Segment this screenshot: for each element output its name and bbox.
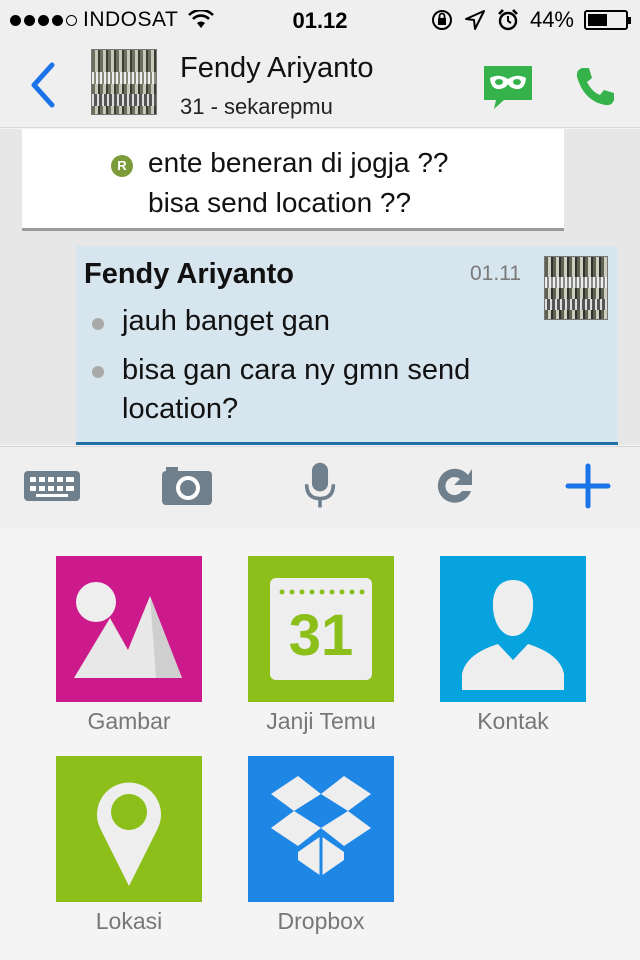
phone-call-icon[interactable] xyxy=(572,64,618,110)
incoming-message-bubble[interactable]: Fendy Ariyanto 01.11 jauh banget gan bis… xyxy=(76,246,618,445)
attachment-panel: Gambar 31 Janji Temu Kontak Lokasi Dropb… xyxy=(0,528,640,960)
read-status-badge: R xyxy=(111,155,133,177)
rotation-lock-icon xyxy=(431,10,452,30)
attach-calendar-tile[interactable]: 31 Janji Temu xyxy=(248,556,394,735)
attach-contact-label: Kontak xyxy=(477,708,549,734)
incoming-message-line: bisa gan cara ny gmn send xyxy=(122,354,471,386)
camera-icon[interactable] xyxy=(160,461,214,511)
message-time: 01.11 xyxy=(470,262,521,285)
contact-status: 31 - sekarepmu xyxy=(180,94,333,119)
attach-dropbox-label: Dropbox xyxy=(277,908,365,934)
status-bar: INDOSAT 01.12 44% xyxy=(0,0,640,40)
attach-dropbox-tile[interactable]: Dropbox xyxy=(248,756,394,935)
alarm-icon xyxy=(498,9,518,31)
contact-avatar[interactable] xyxy=(91,49,157,115)
message-bullet-icon xyxy=(92,366,104,378)
dropbox-icon[interactable] xyxy=(248,756,394,902)
chat-header: Fendy Ariyanto 31 - sekarepmu xyxy=(0,40,640,128)
message-bullet-icon xyxy=(92,318,104,330)
location-icon[interactable] xyxy=(56,756,202,902)
status-right: 44% xyxy=(430,7,631,33)
calendar-day-number: 31 xyxy=(288,603,354,668)
plus-icon[interactable] xyxy=(564,461,612,511)
attach-location-label: Lokasi xyxy=(95,908,163,934)
incoming-message-line: location? xyxy=(122,393,239,425)
sender-name: Fendy Ariyanto xyxy=(84,258,295,290)
attach-calendar-label: Janji Temu xyxy=(266,708,376,734)
location-services-icon xyxy=(464,10,485,30)
contact-icon[interactable] xyxy=(440,556,586,702)
battery-percent: 44% xyxy=(529,7,574,32)
calendar-icon[interactable]: 31 xyxy=(248,556,394,702)
keyboard-icon[interactable] xyxy=(22,461,82,511)
picture-icon[interactable] xyxy=(56,556,202,702)
battery-icon xyxy=(584,10,631,30)
outgoing-message-line: bisa send location ?? xyxy=(148,187,412,218)
private-chat-mask-icon[interactable] xyxy=(480,62,536,112)
microphone-icon[interactable] xyxy=(300,461,340,511)
back-chevron-icon[interactable] xyxy=(22,60,62,110)
attach-contact-tile[interactable]: Kontak xyxy=(440,556,586,735)
sender-avatar xyxy=(544,256,608,320)
contact-name[interactable]: Fendy Ariyanto xyxy=(180,52,373,85)
outgoing-message-bubble[interactable]: R ente beneran di jogja ?? bisa send loc… xyxy=(22,129,564,231)
incoming-message-line: jauh banget gan xyxy=(122,305,331,337)
attach-picture-label: Gambar xyxy=(87,708,171,734)
attach-location-tile[interactable]: Lokasi xyxy=(56,756,202,935)
outgoing-message-line: ente beneran di jogja ?? xyxy=(148,147,449,178)
chat-messages[interactable]: R ente beneran di jogja ?? bisa send loc… xyxy=(0,129,640,445)
composer-toolbar xyxy=(0,446,640,528)
attach-picture-tile[interactable]: Gambar xyxy=(56,556,202,735)
refresh-icon[interactable] xyxy=(430,461,478,511)
